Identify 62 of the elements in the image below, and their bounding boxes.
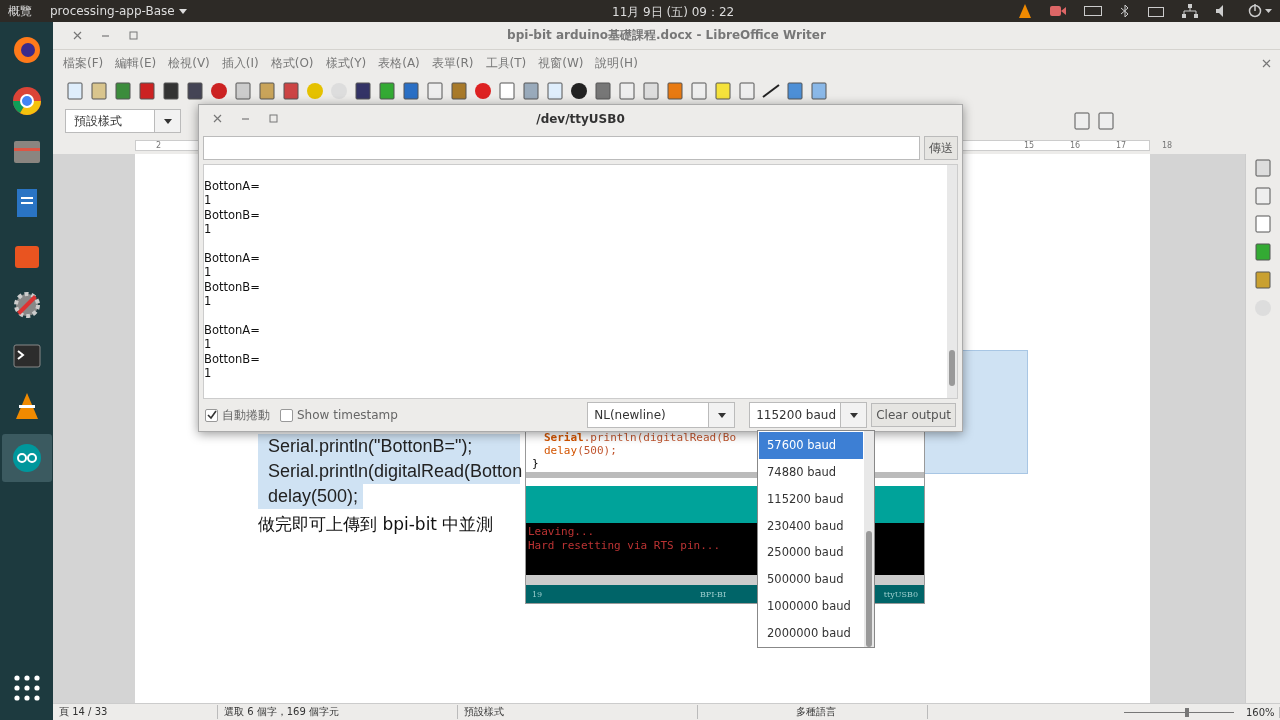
zoom-level: 160% bbox=[1240, 706, 1280, 718]
clock[interactable]: 11月 9日 (五) 09：22 bbox=[612, 4, 735, 21]
checkbox-label: Show timestamp bbox=[297, 408, 398, 422]
dock-item[interactable] bbox=[1, 434, 52, 482]
caret-icon bbox=[178, 8, 187, 14]
send-input-field[interactable] bbox=[203, 136, 920, 160]
caret-icon bbox=[163, 118, 172, 124]
input-keyboard-icon[interactable] bbox=[1148, 5, 1164, 17]
checkbox[interactable] bbox=[205, 408, 218, 422]
infinity-logo-icon bbox=[10, 442, 43, 474]
video-camera-icon[interactable] bbox=[1050, 5, 1066, 17]
closing-brace: } bbox=[532, 457, 540, 470]
clear-output-button[interactable]: Clear output bbox=[871, 403, 956, 427]
grid-dots-icon bbox=[13, 675, 40, 701]
caret-icon bbox=[717, 412, 726, 418]
menu-item[interactable]: 表單(R) bbox=[425, 54, 480, 72]
menu-item[interactable]: 插入(I) bbox=[215, 54, 265, 72]
baud-option[interactable]: 115200 baud bbox=[759, 485, 863, 513]
power-icon[interactable] bbox=[1248, 4, 1272, 18]
checkbox-label: 自動捲動 bbox=[222, 406, 270, 424]
menu-item[interactable]: 樣式(Y) bbox=[319, 54, 373, 72]
code-line: Serial.println(digitalRead(Bo bbox=[544, 431, 737, 444]
baud-option[interactable]: 2000000 baud bbox=[759, 619, 863, 646]
code-line: delay(500); bbox=[544, 444, 617, 457]
network-icon[interactable] bbox=[1182, 4, 1198, 18]
menu-item[interactable]: 編輯(E) bbox=[109, 54, 163, 72]
close-icon bbox=[212, 114, 222, 123]
bluetooth-icon[interactable] bbox=[1120, 4, 1130, 18]
maximize-icon bbox=[268, 114, 278, 123]
maximize-icon bbox=[128, 31, 138, 40]
caret-icon bbox=[849, 412, 858, 418]
status-text: 選取 6 個字，169 個字元 bbox=[218, 705, 458, 719]
baud-option[interactable]: 250000 baud bbox=[759, 539, 863, 566]
status-text: 多種語言 bbox=[698, 705, 928, 719]
menu-item[interactable]: 工具(T) bbox=[479, 54, 533, 72]
keyboard-icon[interactable] bbox=[1084, 6, 1102, 16]
status-text: 預設樣式 bbox=[458, 705, 698, 719]
baud-option[interactable]: 57600 baud bbox=[759, 432, 863, 459]
menu-item[interactable]: 格式(O) bbox=[264, 54, 320, 72]
baud-rate-dropdown[interactable]: 115200 baud bbox=[749, 402, 868, 428]
status-text: 頁 14 / 33 bbox=[53, 705, 218, 719]
browser-circle-icon bbox=[10, 85, 43, 117]
menu-item[interactable]: 視窗(W) bbox=[532, 54, 590, 72]
window-title: /dev/ttyUSB0 bbox=[535, 111, 626, 126]
paragraph: 做完即可上傳到 bpi-bit 中並測 bbox=[258, 513, 494, 536]
line-ending-dropdown[interactable]: NL(newline) bbox=[587, 402, 736, 428]
send-button[interactable]: 傳送 bbox=[924, 136, 958, 160]
line-icon[interactable] bbox=[761, 81, 781, 101]
checkbox[interactable] bbox=[280, 408, 293, 422]
paragraph-style-field[interactable]: 預設樣式 bbox=[65, 109, 181, 133]
activities-button[interactable]: 概覽 bbox=[8, 2, 32, 20]
close-icon bbox=[1261, 58, 1271, 68]
menu-item[interactable]: 表格(A) bbox=[372, 54, 426, 72]
window-title: bpi-bit arduino基礎課程.docx - LibreOffice Writer bbox=[506, 27, 827, 44]
traffic-cone-icon[interactable] bbox=[1018, 4, 1032, 18]
menu-item[interactable]: 說明(H) bbox=[589, 54, 644, 72]
menu-item[interactable]: 檢視(V) bbox=[162, 54, 216, 72]
serial-output: BottonA= 1 BottonB= 1 BottonA= 1 BottonB= 1 BottonA= 1 BottonB= 1 bbox=[203, 164, 958, 399]
menu-item[interactable]: 檔案(F) bbox=[57, 54, 110, 72]
app-menu[interactable]: processing-app-Base bbox=[50, 4, 175, 18]
baud-option[interactable]: 74880 baud bbox=[759, 458, 863, 486]
close-icon bbox=[72, 31, 82, 40]
